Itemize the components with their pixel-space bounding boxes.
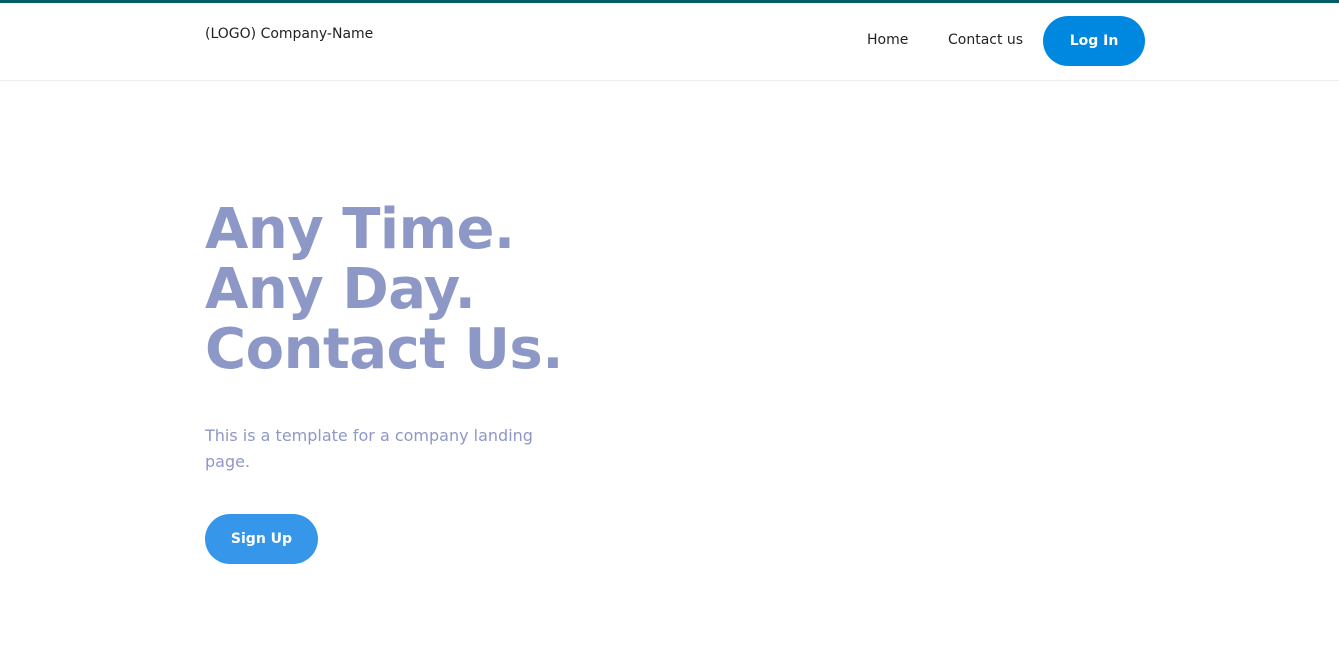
company-logo-name[interactable]: (LOGO) Company-Name [205, 26, 373, 42]
nav-link-home[interactable]: Home [867, 32, 908, 48]
navbar: (LOGO) Company-Name Home Contact us Log … [0, 3, 1339, 81]
login-button[interactable]: Log In [1043, 16, 1145, 66]
nav-link-contact-us[interactable]: Contact us [948, 32, 1023, 48]
hero-title-line-3: Contact Us. [205, 317, 564, 382]
hero-title-line-2: Any Day. [205, 257, 476, 322]
landing-page: (LOGO) Company-Name Home Contact us Log … [0, 0, 1339, 669]
hero-title-line-1: Any Time. [205, 197, 515, 262]
hero-section: Any Time. Any Day. Contact Us. [205, 200, 725, 380]
hero-subtitle: This is a template for a company landing… [205, 426, 533, 471]
hero-title: Any Time. Any Day. Contact Us. [205, 200, 725, 380]
signup-button[interactable]: Sign Up [205, 514, 318, 564]
